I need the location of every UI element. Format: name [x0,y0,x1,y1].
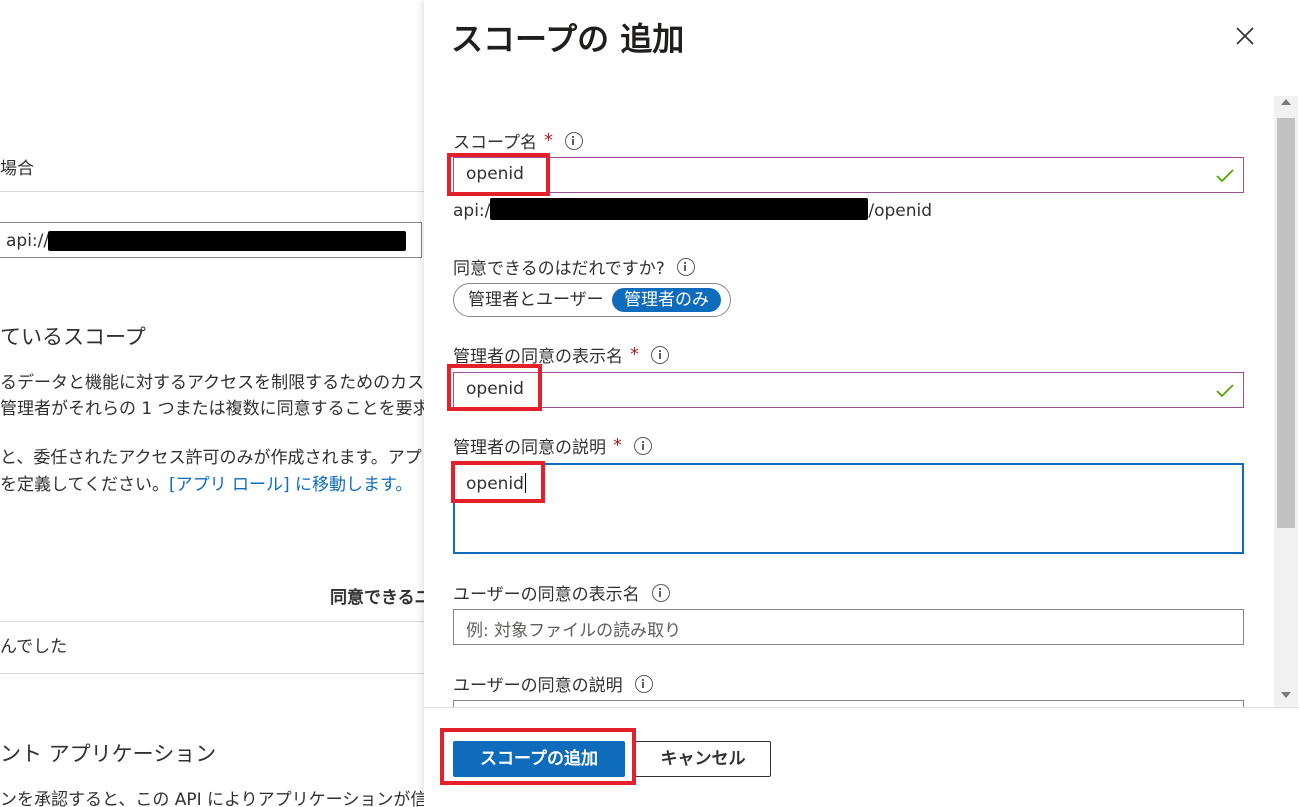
divider [0,621,424,622]
close-icon[interactable] [1232,23,1258,49]
user-display-label: ユーザーの同意の表示名 [453,580,670,605]
app-roles-link[interactable]: [アプリ ロール] に移動します。 [169,475,412,495]
info-icon[interactable] [676,257,695,276]
bg-paragraph: を定義してください。[アプリ ロール] に移動します。 [0,470,412,495]
background-page: 場合 api:// ているスコープ るデータと機能に対するアクセスを制限するため… [0,0,424,807]
cancel-button[interactable]: キャンセル [635,741,771,777]
scroll-up-arrow-icon[interactable] [1281,99,1291,105]
scope-name-label-text: スコープ名 [453,133,537,153]
add-scope-button[interactable]: スコープの追加 [453,741,625,777]
empty-table-message: んでした [0,637,68,657]
info-icon[interactable] [564,131,583,150]
section-heading-clients: ント アプリケーション [0,742,217,766]
admin-display-label: 管理者の同意の表示名 * [453,342,669,367]
panel-title: スコープの 追加 [451,20,685,58]
redacted-block [48,231,406,251]
user-description-label: ユーザーの同意の説明 [453,671,653,696]
checkmark-icon [1216,384,1234,398]
admin-description-textarea[interactable]: openid [453,463,1244,554]
panel-footer: スコープの追加 キャンセル [424,707,1299,807]
admin-display-label-text: 管理者の同意の表示名 [453,347,623,367]
bg-text-line: 場合 [0,159,34,179]
user-display-input[interactable]: 例: 対象ファイルの読み取り [453,609,1244,645]
admin-description-value-wrap: openid [466,473,526,494]
required-marker: * [613,435,622,456]
admin-description-label-text: 管理者の同意の説明 [453,438,606,458]
column-header-consent: 同意できるユ [330,588,424,608]
user-display-placeholder: 例: 対象ファイルの読み取り [466,621,682,641]
app-id-uri-field[interactable]: api:// [0,222,422,258]
scope-name-label: スコープ名 * [453,128,583,153]
admin-description-label: 管理者の同意の説明 * [453,433,652,458]
consent-who-label: 同意できるのはだれですか? [453,254,695,279]
scrollbar[interactable] [1274,96,1298,708]
required-marker: * [543,130,553,151]
info-icon[interactable] [634,674,653,693]
scope-uri-suffix: /openid [868,201,933,221]
text-caret [524,473,526,493]
redacted-block [490,198,869,220]
toggle-option-admins-only[interactable]: 管理者のみ [612,288,721,312]
bg-paragraph: ンを承認すると、この API によりアプリケーションが信頼され [0,790,424,807]
consent-who-toggle[interactable]: 管理者とユーザー 管理者のみ [453,283,731,317]
scope-name-value: openid [466,164,524,184]
admin-display-input[interactable]: openid [453,372,1244,408]
consent-who-label-text: 同意できるのはだれですか? [453,259,665,279]
admin-description-value: openid [466,474,524,494]
scope-uri-preview: api:/ /openid [453,198,932,221]
scope-name-input[interactable]: openid [453,157,1244,193]
section-heading-scopes: ているスコープ [0,325,146,349]
bg-paragraph: るデータと機能に対するアクセスを制限するためのカスタム [0,373,424,393]
bg-paragraph: と、委任されたアクセス許可のみが作成されます。アプリ [0,448,424,468]
checkmark-icon [1216,169,1234,183]
info-icon[interactable] [651,583,670,602]
bg-paragraph: 管理者がそれらの 1 つまたは複数に同意することを要求で [0,399,424,419]
add-scope-panel: スコープの 追加 スコープ名 * openid api:/ /openid 同意で… [424,0,1299,807]
scroll-down-arrow-icon[interactable] [1281,692,1291,698]
app-id-uri-value: api:// [6,231,50,251]
bg-paragraph-text: を定義してください。 [0,475,169,495]
info-icon[interactable] [634,436,652,455]
user-display-label-text: ユーザーの同意の表示名 [453,585,640,605]
info-icon[interactable] [651,345,669,364]
divider [0,191,424,192]
scope-uri-prefix: api:/ [453,201,491,221]
divider [0,673,424,674]
scrollbar-thumb[interactable] [1277,118,1295,528]
admin-display-value: openid [466,379,524,399]
required-marker: * [630,344,639,365]
user-description-label-text: ユーザーの同意の説明 [453,676,623,696]
toggle-option-admins-and-users[interactable]: 管理者とユーザー [468,288,604,312]
